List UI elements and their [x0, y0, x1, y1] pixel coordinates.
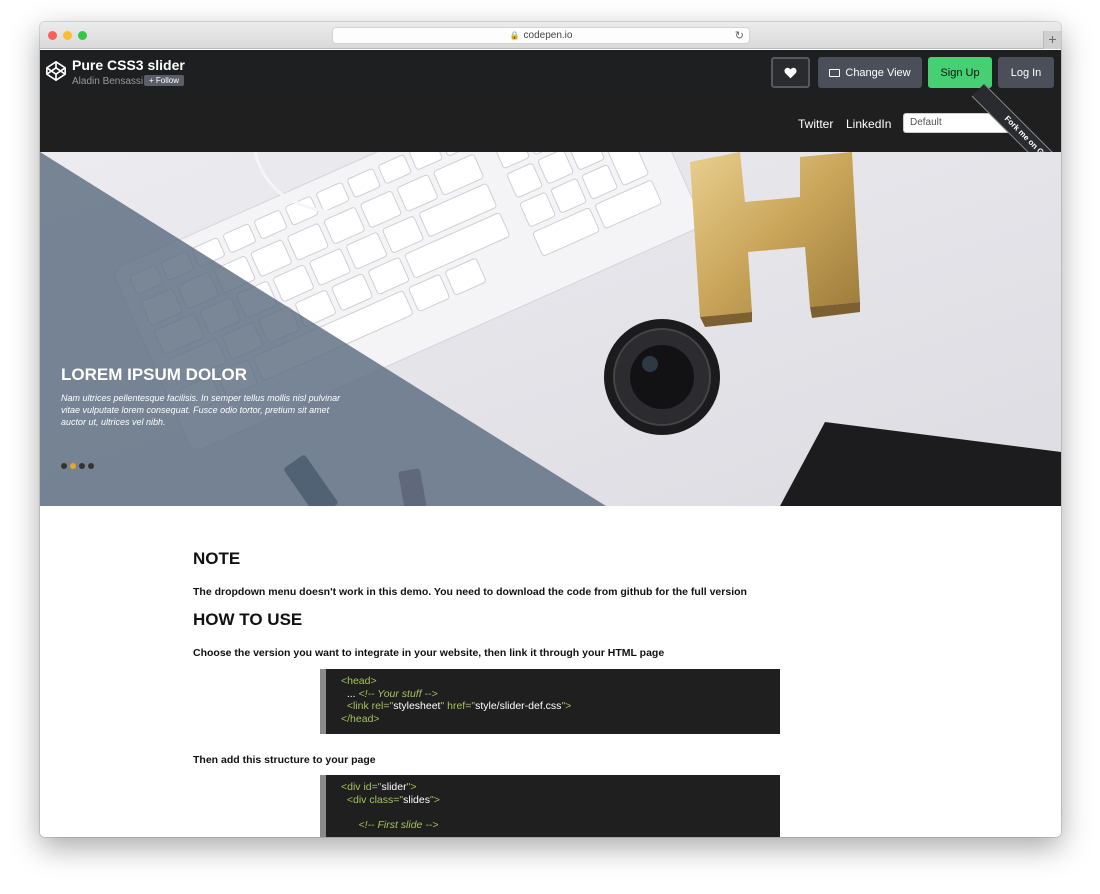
sign-up-button[interactable]: Sign Up [928, 57, 992, 88]
add-structure-text: Then add this structure to your page [193, 754, 376, 766]
image-slider: LOREM IPSUM DOLOR Nam ultrices pellentes… [40, 152, 1061, 506]
lock-icon: 🔒 [509, 31, 520, 40]
code-token: "> [561, 700, 572, 712]
browser-window: 🔒 codepen.io ↻ + Pure CSS3 slider Aladin… [40, 22, 1061, 837]
slide-indicator-4[interactable] [88, 463, 94, 469]
slide-indicator-2[interactable] [70, 463, 76, 469]
log-in-button[interactable]: Log In [998, 57, 1054, 88]
log-in-label: Log In [1010, 66, 1042, 79]
heart-icon [784, 67, 797, 78]
sign-up-label: Sign Up [940, 66, 980, 79]
slide-indicator-1[interactable] [61, 463, 67, 469]
demo-navbar: Twitter LinkedIn Default Fork me on GitH… [40, 83, 1061, 203]
code-token: <link rel=" [346, 700, 394, 712]
nav-link-linkedin[interactable]: LinkedIn [846, 117, 891, 131]
maximize-window-button[interactable] [78, 31, 87, 40]
slide-indicator-3[interactable] [79, 463, 85, 469]
code-token: <div class=" [346, 793, 404, 806]
follow-button[interactable]: + Follow [144, 75, 185, 86]
code-token: ... [346, 687, 359, 700]
slide-caption: Nam ultrices pellentesque facilisis. In … [61, 393, 341, 427]
browser-titlebar: 🔒 codepen.io ↻ + [40, 22, 1061, 49]
author-link[interactable]: Aladin Bensassi [72, 76, 143, 87]
code-token: "> [429, 793, 440, 806]
nav-link-twitter[interactable]: Twitter [798, 117, 833, 131]
code-block-head: <head> ... <!-- Your stuff --> <link rel… [320, 669, 780, 734]
code-comment: <!-- First slide --> [358, 818, 439, 831]
change-view-icon [829, 68, 841, 77]
slide-indicators [61, 463, 94, 469]
codepen-logo-icon[interactable] [45, 60, 67, 82]
camera-lens-illustration [604, 319, 720, 435]
note-text: The dropdown menu doesn't work in this d… [193, 586, 747, 598]
choose-version-text: Choose the version you want to integrate… [193, 647, 665, 659]
slide-title: LOREM IPSUM DOLOR [61, 365, 248, 384]
code-token: <head> [341, 675, 377, 687]
note-heading: NOTE [193, 549, 241, 568]
minimize-window-button[interactable] [63, 31, 72, 40]
code-string: style/slider-def.css [475, 700, 562, 712]
change-view-button[interactable]: Change View [818, 57, 922, 88]
address-bar[interactable]: 🔒 codepen.io ↻ [332, 27, 750, 44]
code-token: <div id=" [341, 781, 382, 793]
code-token: </head> [341, 712, 380, 725]
new-tab-button[interactable]: + [1043, 31, 1061, 49]
code-string: slides [403, 793, 430, 806]
address-text: codepen.io [523, 30, 573, 41]
close-window-button[interactable] [48, 31, 57, 40]
code-token: " href=" [440, 700, 476, 712]
code-comment: <!-- Your stuff --> [358, 687, 438, 700]
heart-button[interactable] [771, 57, 810, 88]
reload-icon[interactable]: ↻ [735, 29, 744, 42]
codepen-header: Pure CSS3 slider Aladin Bensassi + Follo… [40, 50, 1061, 96]
code-token: "> [406, 781, 417, 793]
documentation-content: NOTE The dropdown menu doesn't work in t… [40, 506, 1061, 837]
code-string: stylesheet [393, 700, 441, 712]
code-string: slider [381, 781, 407, 793]
change-view-label: Change View [845, 66, 911, 79]
code-block-structure: <div id="slider"> <div class="slides"> <… [320, 775, 780, 837]
how-to-use-heading: HOW TO USE [193, 610, 303, 629]
pen-title: Pure CSS3 slider [72, 57, 185, 73]
